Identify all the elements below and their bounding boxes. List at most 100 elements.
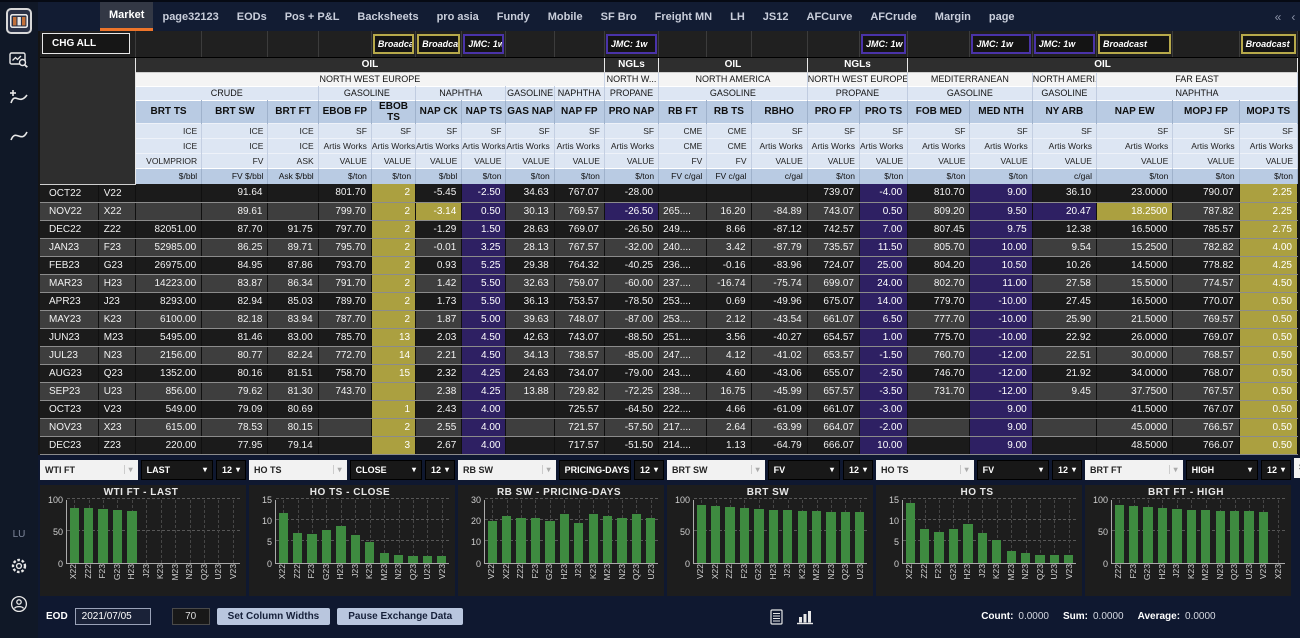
y-tick-label: 100 xyxy=(1093,495,1108,505)
source-row1-fob-med: SF xyxy=(908,123,970,138)
instrument-select-5[interactable]: HO TS▾ xyxy=(876,460,974,480)
x-tick-label: N23 xyxy=(618,564,627,581)
chart-view-icon[interactable] xyxy=(796,609,814,625)
broadcast-box-nap-ew[interactable]: Broadcast xyxy=(1098,34,1171,54)
nav-tab-fundy[interactable]: Fundy xyxy=(488,2,539,31)
column-header-brt-ft: BRT FT xyxy=(268,100,318,123)
nav-tab-lh[interactable]: LH xyxy=(721,2,754,31)
field-row-rb-ts: FV xyxy=(707,153,751,168)
nav-tab-afcurve[interactable]: AFCurve xyxy=(798,2,862,31)
cell-rb-ft: 217.... xyxy=(659,418,707,436)
instrument-value: BRT FT xyxy=(1090,465,1122,475)
instrument-select-6[interactable]: BRT FT▾ xyxy=(1085,460,1183,480)
periods-value: 12 xyxy=(640,465,650,475)
periods-select-1[interactable]: 12▾ xyxy=(216,460,246,480)
field-row-mopj-fp: VALUE xyxy=(1173,153,1239,168)
number-input[interactable] xyxy=(172,608,210,625)
settings-gear-icon[interactable] xyxy=(6,554,32,578)
curve-icon[interactable] xyxy=(6,124,32,148)
toolbar-cell-mopj-fp xyxy=(1173,31,1239,57)
chg-all-button[interactable]: CHG ALL xyxy=(42,33,130,54)
nav-tab-mobile[interactable]: Mobile xyxy=(539,2,592,31)
bar-slot-u23 xyxy=(644,500,658,563)
source-row2-brt-ts: ICE xyxy=(135,138,201,153)
source-row2-pro-ts: Artis Works xyxy=(859,138,907,153)
field-select-3[interactable]: PRICING-DAYS▾ xyxy=(559,460,631,480)
x-tick-v23: V23 xyxy=(1256,564,1271,596)
jmc-box-nap-ts[interactable]: JMC: 1w xyxy=(463,34,504,54)
chart-search-icon[interactable] xyxy=(6,48,32,72)
y-tick-label: 10 xyxy=(889,516,899,526)
contract-month: OCT22 xyxy=(40,184,98,202)
select-button[interactable]: Select xyxy=(1294,458,1300,478)
nav-tab-market[interactable]: Market xyxy=(100,2,153,31)
instrument-select-3[interactable]: RB SW▾ xyxy=(458,460,556,480)
nav-tab-afcrude[interactable]: AFCrude xyxy=(861,2,925,31)
nav-tab-eods[interactable]: EODs xyxy=(228,2,276,31)
jmc-box-pro-ts[interactable]: JMC: 1w xyxy=(861,34,906,54)
periods-select-6[interactable]: 12▾ xyxy=(1261,460,1291,480)
curve-add-icon[interactable] xyxy=(6,86,32,110)
pager-first-icon[interactable]: « xyxy=(1275,10,1282,24)
source-row1-pro-fp: SF xyxy=(807,123,859,138)
chart-body: 0102030V22X22Z22F23G23H23J23K23M23N23Q23… xyxy=(460,500,658,596)
jmc-box-ny-arb[interactable]: JMC: 1w xyxy=(1034,34,1095,54)
group-ngls: NGLs xyxy=(604,57,658,72)
set-column-widths-button[interactable]: Set Column Widths xyxy=(217,608,331,625)
field-select-1[interactable]: LAST▾ xyxy=(141,460,213,480)
chart-plot xyxy=(1111,500,1285,564)
cell-pro-nap: -28.00 xyxy=(604,184,658,202)
instrument-select-2[interactable]: HO TS▾ xyxy=(249,460,347,480)
cell-nap-ew: 45.0000 xyxy=(1096,418,1172,436)
eod-date-input[interactable] xyxy=(75,608,151,625)
chart-panel-brt-sw: BRT SW050100V22X22Z22F23G23H23J23K23M23N… xyxy=(667,485,873,596)
cell-nap-ew: 30.0000 xyxy=(1096,346,1172,364)
periods-select-2[interactable]: 12▾ xyxy=(425,460,455,480)
nav-tab-page32123[interactable]: page32123 xyxy=(153,2,227,31)
table-view-icon[interactable] xyxy=(770,609,783,625)
bars-container xyxy=(485,500,658,563)
periods-select-3[interactable]: 12▾ xyxy=(634,460,664,480)
nav-tab-page[interactable]: page xyxy=(980,2,1024,31)
field-select-4[interactable]: FV▾ xyxy=(768,460,840,480)
vertical-gridline xyxy=(399,500,400,563)
jmc-box-med-nth[interactable]: JMC: 1w xyxy=(971,34,1030,54)
nav-tab-pos-p-l[interactable]: Pos + P&L xyxy=(276,2,349,31)
chevron-down-icon: ▾ xyxy=(751,465,760,474)
field-select-5[interactable]: FV▾ xyxy=(977,460,1049,480)
market-grid-icon[interactable] xyxy=(6,8,32,34)
nav-tab-freight-mn[interactable]: Freight MN xyxy=(646,2,721,31)
cell-mopj-fp: 766.57 xyxy=(1173,418,1239,436)
cell-nap-ts: 4.00 xyxy=(462,436,506,454)
vertical-gridline xyxy=(233,500,234,563)
bar-slot-m23 xyxy=(1004,500,1018,563)
broadcast-box-mopj-ts[interactable]: Broadcast xyxy=(1241,34,1296,54)
cell-rb-ft: 253.... xyxy=(659,292,707,310)
field-row-ny-arb: VALUE xyxy=(1032,153,1096,168)
broadcast-box-nap-ck[interactable]: Broadcast xyxy=(417,34,460,54)
nav-tab-pro-asia[interactable]: pro asia xyxy=(428,2,488,31)
nav-tab-js12[interactable]: JS12 xyxy=(754,2,798,31)
cell-ebob-fp: 797.70 xyxy=(318,220,371,238)
periods-select-4[interactable]: 12▾ xyxy=(843,460,873,480)
user-account-icon[interactable] xyxy=(6,592,32,616)
jmc-box-pro-nap[interactable]: JMC: 1w xyxy=(606,34,657,54)
nav-tab-margin[interactable]: Margin xyxy=(926,2,980,31)
field-value: CLOSE xyxy=(356,465,387,475)
source-row2: ICEICEICEArtis WorksArtis WorksArtis Wor… xyxy=(40,138,1298,153)
field-select-6[interactable]: HIGH▾ xyxy=(1186,460,1258,480)
nav-tab-sf-bro[interactable]: SF Bro xyxy=(592,2,646,31)
pager-prev-icon[interactable]: ‹ xyxy=(1291,10,1295,24)
cell-rb-ts: 3.42 xyxy=(707,238,751,256)
cell-nap-ck: 1.87 xyxy=(416,310,462,328)
nav-tab-backsheets[interactable]: Backsheets xyxy=(348,2,427,31)
periods-select-5[interactable]: 12▾ xyxy=(1052,460,1082,480)
instrument-select-4[interactable]: BRT SW▾ xyxy=(667,460,765,480)
cell-ny-arb: 27.58 xyxy=(1032,274,1096,292)
field-select-2[interactable]: CLOSE▾ xyxy=(350,460,422,480)
bar-slot-f23 xyxy=(528,500,542,563)
bar-f23 xyxy=(98,509,107,563)
broadcast-box-ebob-ts[interactable]: Broadcas xyxy=(373,34,414,54)
instrument-select-1[interactable]: WTI FT▾ xyxy=(40,460,138,480)
pause-exchange-data-button[interactable]: Pause Exchange Data xyxy=(337,608,463,625)
